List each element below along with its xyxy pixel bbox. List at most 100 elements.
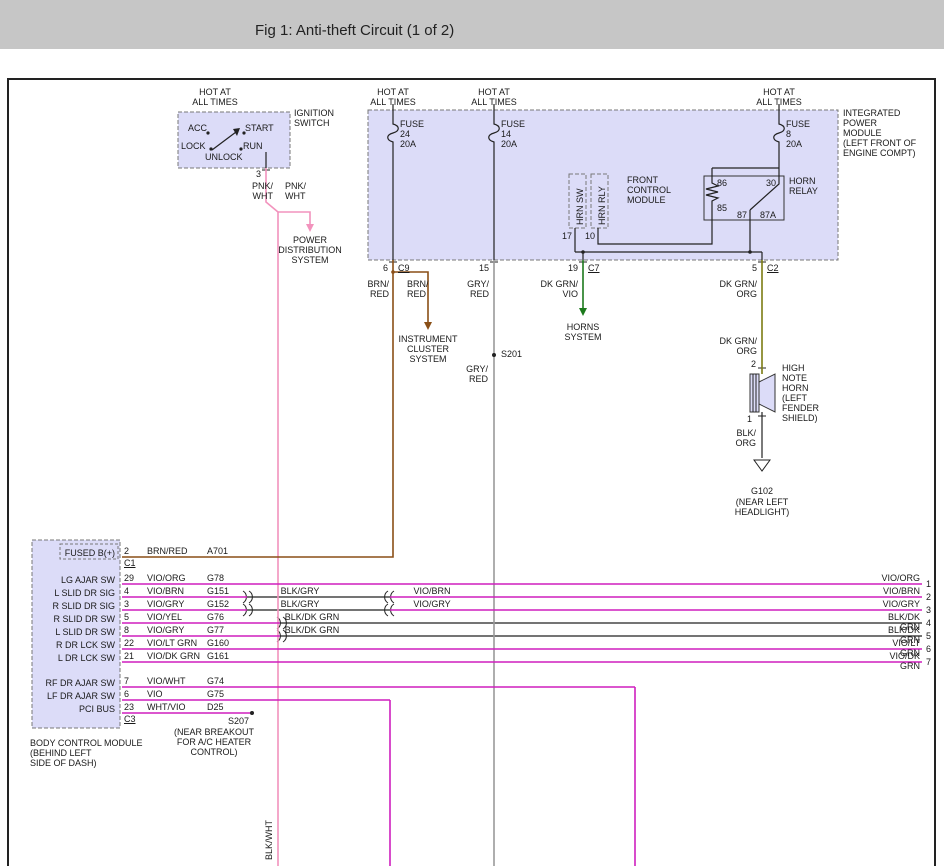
wire-vio-brn-row: VIO/BRN [147,586,184,596]
ign-pos-acc: ACC [188,123,207,133]
wire-blk-dk-grn-mid-1: BLK/DK GRN [285,612,340,622]
ipm-conn-c9: C9 [398,263,410,273]
ign-pos-unlock: UNLOCK [205,152,243,162]
bcm-pin-7: 7 [124,676,129,686]
ground-g102-location: (NEAR LEFT HEADLIGHT) [735,497,790,517]
wire-blk-org: BLK/ ORG [735,428,756,448]
edge-pin-2: 2 [926,592,931,602]
ipm-label: INTEGRATED POWER MODULE (LEFT FRONT OF E… [843,108,916,158]
ign-pin-3: 3 [256,169,261,179]
bcm-pin-5: 5 [124,612,129,622]
circuit-g152: G152 [207,599,229,609]
bcm-pin-2: 2 [124,546,129,556]
bcm-pin-4: 4 [124,586,129,596]
wire-pnk-wht-right: PNK/ WHT [285,181,306,201]
bcm-r-dr-lck-sw: R DR LCK SW [56,640,115,650]
wire-dk-grn-org-2: DK GRN/ ORG [719,336,757,356]
relay-pin-87a: 87A [760,210,776,220]
fcm-label: FRONT CONTROL MODULE [627,175,671,205]
wire-gry-red-1: GRY/ RED [467,279,489,299]
wire-vio-gry2-row: VIO/GRY [147,625,184,635]
wire-blk-gry-mid-2: BLK/GRY [281,599,320,609]
fcm-hrn-rly-label: HRN RLY [597,186,607,225]
bcm-l-slid-dr-sig: L SLID DR SIG [54,588,115,598]
splice-s207: S207 [228,716,249,726]
fcm-hrn-sw-label: HRN SW [575,189,585,226]
circuit-d25: D25 [207,702,224,712]
hot-at-all-times-3: HOT AT ALL TIMES [471,87,517,107]
relay-pin-85: 85 [717,203,727,213]
horn-pin-2: 2 [751,359,756,369]
bcm-r-slid-dr-sw: R SLID DR SW [53,614,115,624]
ipm-pin-19: 19 [568,263,578,273]
edge-pin-6: 6 [926,644,931,654]
horn-pin-1: 1 [747,414,752,424]
wire-blk-gry-mid-1: BLK/GRY [281,586,320,596]
wire-dk-grn-vio: DK GRN/ VIO [540,279,578,299]
bcm-l-dr-lck-sw: L DR LCK SW [58,653,115,663]
ign-pos-lock: LOCK [181,141,206,151]
wire-vio-row: VIO [147,689,163,699]
circuit-g74: G74 [207,676,224,686]
wire-vio-wht-row: VIO/WHT [147,676,186,686]
ipm-conn-c7: C7 [588,263,600,273]
ign-pos-start: START [245,123,274,133]
wire-vio-brn-right: VIO/BRN [883,586,920,596]
bcm-lg-ajar-sw: LG AJAR SW [61,575,115,585]
ground-g102: G102 [751,486,773,496]
hot-at-all-times-1: HOT AT ALL TIMES [192,87,238,107]
splice-s207-location: (NEAR BREAKOUT FOR A/C HEATER CONTROL) [174,727,254,757]
horns-system: HORNS SYSTEM [564,322,601,342]
ipm-conn-c2: C2 [767,263,779,273]
bcm-conn-c1: C1 [124,558,136,568]
wire-blk-wht-vertical: BLK/WHT [264,820,274,860]
fuse-14-label: FUSE 14 20A [501,119,525,149]
edge-pin-1: 1 [926,579,931,589]
edge-pin-7: 7 [926,657,931,667]
bcm-pin-3: 3 [124,599,129,609]
circuit-a701: A701 [207,546,228,556]
ignition-switch-label: IGNITION SWITCH [294,108,334,128]
circuit-g78: G78 [207,573,224,583]
ipm-pin-6: 6 [383,263,388,273]
bcm-pin-29: 29 [124,573,134,583]
wire-vio-gry-right: VIO/GRY [883,599,920,609]
bcm-pin-23: 23 [124,702,134,712]
wire-blk-dk-grn-mid-2: BLK/DK GRN [285,625,340,635]
hot-at-all-times-2: HOT AT ALL TIMES [370,87,416,107]
bcm-l-slid-dr-sw: L SLID DR SW [55,627,115,637]
wire-vio-dk-grn-right: VIO/DK GRN [889,651,920,671]
wire-vio-org-row: VIO/ORG [147,573,186,583]
bcm-rf-dr-ajar-sw: RF DR AJAR SW [45,678,115,688]
high-note-horn-label: HIGH NOTE HORN (LEFT FENDER SHIELD) [782,363,819,423]
ipm-pin-5: 5 [752,263,757,273]
circuit-g76: G76 [207,612,224,622]
bcm-r-slid-dr-sig: R SLID DR SIG [52,601,115,611]
wire-wht-vio-row: WHT/VIO [147,702,186,712]
bcm-pin-22: 22 [124,638,134,648]
bcm-fused-b: FUSED B(+) [65,548,115,558]
relay-pin-87: 87 [737,210,747,220]
fcm-pin-17: 17 [562,231,572,241]
edge-pin-5: 5 [926,631,931,641]
ign-pos-run: RUN [243,141,263,151]
wire-vio-lt-grn-row: VIO/LT GRN [147,638,197,648]
circuit-g160: G160 [207,638,229,648]
wire-vio-dk-grn-row: VIO/DK GRN [147,651,200,661]
ipm-pin-15: 15 [479,263,489,273]
circuit-g161: G161 [207,651,229,661]
wire-brn-red-2: BRN/ RED [407,279,429,299]
wire-vio-gry-row: VIO/GRY [147,599,184,609]
wire-gry-red-2: GRY/ RED [466,364,488,384]
bcm-pin-21: 21 [124,651,134,661]
fuse-8-label: FUSE 8 20A [786,119,810,149]
circuit-g151: G151 [207,586,229,596]
circuit-g75: G75 [207,689,224,699]
circuit-g77: G77 [207,625,224,635]
fcm-pin-10: 10 [585,231,595,241]
wire-pnk-wht-left: PNK/ WHT [252,181,273,201]
wire-vio-org-right: VIO/ORG [881,573,920,583]
splice-s201: S201 [501,349,522,359]
wire-brn-red-row: BRN/RED [147,546,188,556]
relay-pin-86: 86 [717,178,727,188]
